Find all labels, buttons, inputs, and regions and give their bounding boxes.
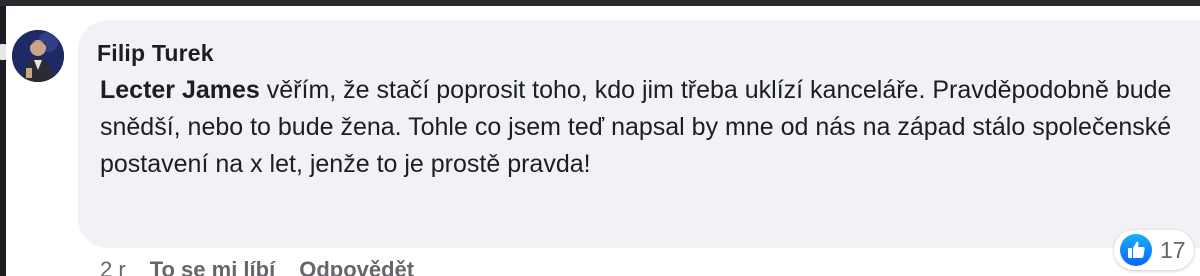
left-rail (0, 6, 6, 276)
reaction-summary[interactable]: 17 (1114, 230, 1194, 270)
avatar-image (12, 30, 64, 82)
like-button[interactable]: To se mi líbí (150, 257, 276, 276)
reaction-count: 17 (1160, 236, 1186, 263)
comment-screenshot: Filip Turek Lecter James věřím, že stačí… (0, 0, 1200, 276)
timestamp[interactable]: 2 r (100, 257, 126, 276)
comment-body: věřím, že stačí poprosit toho, kdo jim t… (100, 76, 1172, 178)
rail-marker (0, 44, 6, 60)
author-name[interactable]: Filip Turek (97, 40, 214, 67)
top-border (0, 0, 1200, 6)
comment-text: Lecter James věřím, že stačí poprosit to… (100, 72, 1180, 183)
avatar[interactable] (12, 30, 64, 82)
thumbs-up-icon (1120, 234, 1152, 266)
mention-link[interactable]: Lecter James (100, 76, 260, 104)
comment-actions: 2 r To se mi líbí Odpovědět (100, 257, 414, 276)
reply-button[interactable]: Odpovědět (299, 257, 414, 276)
